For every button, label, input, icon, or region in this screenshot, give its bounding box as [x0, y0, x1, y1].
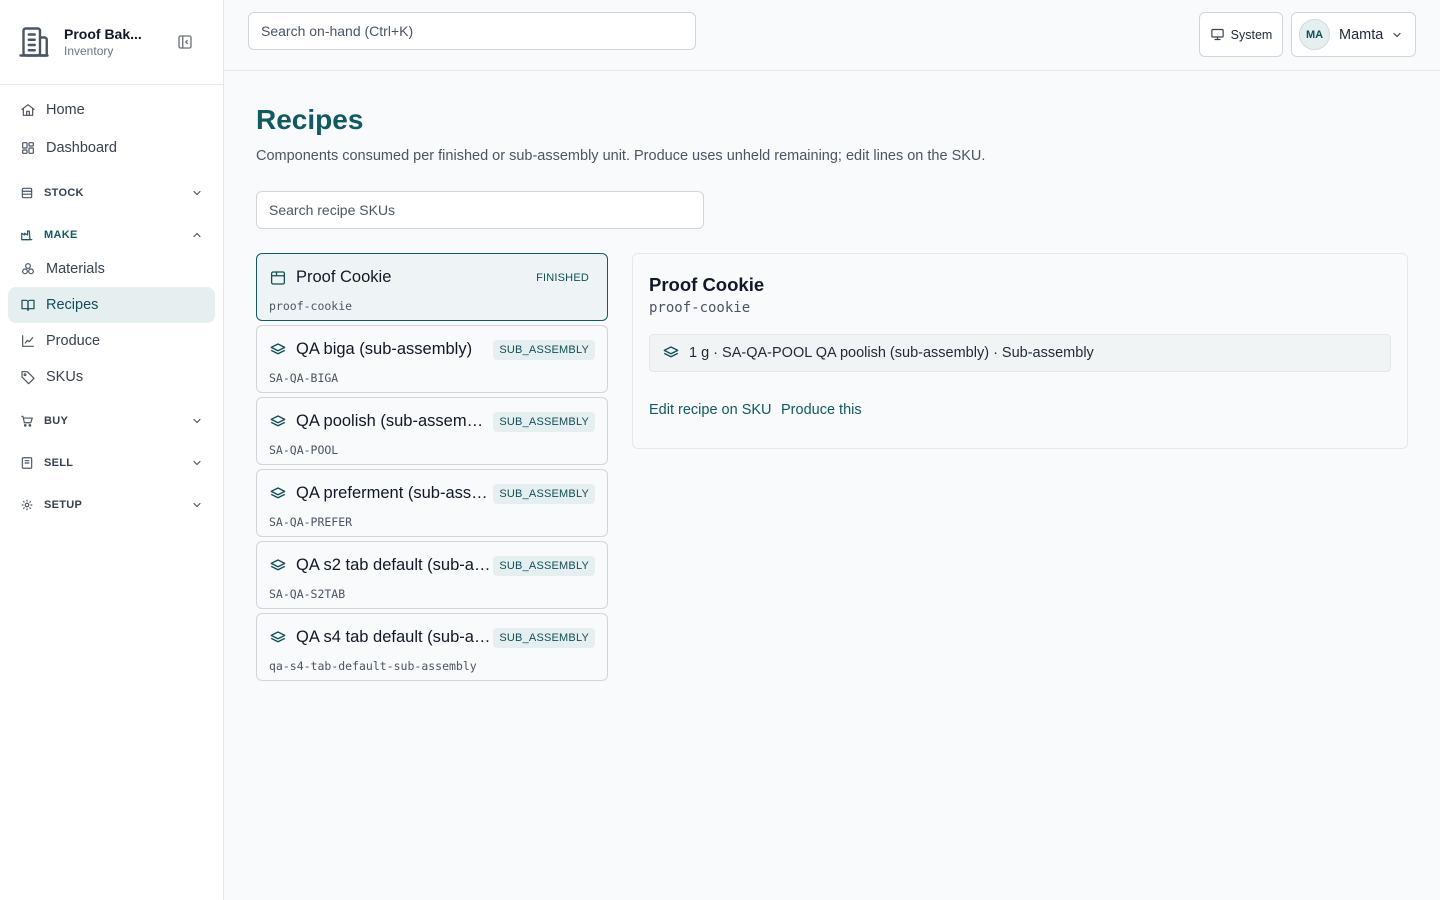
section-label: STOCK: [44, 187, 84, 199]
sidebar-item-produce[interactable]: Produce: [8, 323, 215, 359]
recipe-search-input[interactable]: Search recipe SKUs: [256, 191, 704, 229]
chevron-down-icon: [193, 502, 201, 508]
recipe-code: SA-QA-S2TAB: [269, 587, 346, 601]
sidebar-item-materials[interactable]: Materials: [8, 251, 215, 287]
section-label: MAKE: [44, 229, 78, 241]
recipe-card[interactable]: QA preferment (sub-assembly) SA-QA-PREFE…: [256, 469, 608, 537]
chevron-down-icon: [193, 190, 201, 196]
sidebar-section-make[interactable]: MAKE: [8, 220, 215, 250]
sidebar-item-label: SKUs: [46, 369, 84, 385]
sidebar-item-label: Recipes: [46, 297, 99, 313]
chevron-down-icon: [193, 418, 201, 424]
recipe-code: qa-s4-tab-default-sub-assembly: [269, 659, 477, 673]
recipe-kind-badge: FINISHED: [536, 272, 589, 284]
recipe-card[interactable]: QA poolish (sub-assembly) SA-QA-POOL SUB…: [256, 397, 608, 465]
recipe-card[interactable]: QA biga (sub-assembly) SA-QA-BIGA SUB_AS…: [256, 325, 608, 393]
tag-icon: [21, 371, 35, 385]
section-label: SETUP: [44, 499, 83, 511]
detail-title: Proof Cookie: [649, 274, 765, 295]
brand: Proof Bak... Inventory: [0, 0, 223, 85]
sidebar-item-skus[interactable]: SKUs: [8, 359, 215, 395]
layers-icon: [270, 631, 286, 643]
avatar: MA: [1299, 19, 1330, 50]
brand-subtitle: Inventory: [64, 44, 114, 58]
page-title: Recipes: [256, 104, 364, 135]
layers-icon: [270, 415, 286, 427]
theme-toggle-button[interactable]: System: [1199, 12, 1283, 57]
section-label: SELL: [44, 457, 74, 469]
sidebar-item-recipes[interactable]: Recipes: [8, 287, 215, 323]
recipe-card[interactable]: QA s2 tab default (sub-assembly) SA-QA-S…: [256, 541, 608, 609]
search-placeholder: Search on-hand (Ctrl+K): [261, 23, 414, 39]
recipe-name: QA s4 tab default (sub-assembly): [296, 628, 492, 646]
receipt-icon: [21, 457, 33, 469]
component-text: 1 g · SA-QA-POOL QA poolish (sub-assembl…: [689, 345, 1094, 361]
recipe-kind-badge: SUB_ASSEMBLY: [493, 628, 595, 648]
layers-icon: [270, 343, 286, 355]
sidebar-section-setup[interactable]: SETUP: [8, 490, 215, 520]
edit-recipe-link[interactable]: Edit recipe on SKU: [649, 402, 772, 418]
recipe-kind-badge: SUB_ASSEMBLY: [493, 484, 595, 504]
detail-code: proof-cookie: [649, 300, 751, 316]
recipe-name: QA preferment (sub-assembly): [296, 484, 492, 502]
recipe-code: SA-QA-PREFER: [269, 515, 353, 529]
recipe-name: QA biga (sub-assembly): [296, 340, 473, 358]
component-line: 1 g · SA-QA-POOL QA poolish (sub-assembl…: [649, 334, 1391, 372]
layers-icon: [270, 559, 286, 571]
recipe-kind-badge: SUB_ASSEMBLY: [493, 340, 595, 360]
sidebar-collapse-icon[interactable]: [176, 33, 194, 51]
materials-icon: [22, 263, 34, 275]
book-icon: [21, 299, 35, 311]
chevron-down-icon: [1393, 32, 1401, 37]
theme-label: System: [1230, 27, 1273, 42]
recipe-kind-badge: SUB_ASSEMBLY: [493, 412, 595, 432]
cart-icon: [21, 415, 33, 427]
sidebar: Proof Bak... Inventory Home Dashboard ST…: [0, 0, 224, 900]
sidebar-section-sell[interactable]: SELL: [8, 448, 215, 478]
sidebar-item-label: Materials: [46, 261, 105, 277]
dashboard-icon: [22, 142, 34, 154]
recipe-kind-badge: SUB_ASSEMBLY: [493, 556, 595, 576]
chart-icon: [22, 335, 34, 347]
sidebar-item-label: Produce: [46, 333, 101, 349]
page-description: Components consumed per finished or sub-…: [256, 148, 986, 164]
section-label: BUY: [44, 415, 69, 427]
recipe-card[interactable]: QA s4 tab default (sub-assembly) qa-s4-t…: [256, 613, 608, 681]
global-search-input[interactable]: Search on-hand (Ctrl+K): [248, 12, 696, 50]
recipe-name: Proof Cookie: [296, 268, 392, 286]
recipe-name: QA s2 tab default (sub-assembly): [296, 556, 492, 574]
recipe-code: SA-QA-BIGA: [269, 371, 339, 385]
sidebar-item-dashboard[interactable]: Dashboard: [8, 130, 215, 166]
building-icon: [19, 27, 49, 57]
produce-this-link[interactable]: Produce this: [781, 402, 862, 418]
sidebar-item-home[interactable]: Home: [8, 92, 215, 128]
chevron-up-icon: [193, 232, 201, 238]
top-bar: Search on-hand (Ctrl+K) System MA Mamta: [224, 0, 1440, 71]
sidebar-section-stock[interactable]: STOCK: [8, 178, 215, 208]
recipe-code: proof-cookie: [269, 299, 353, 313]
sidebar-item-label: Dashboard: [46, 140, 117, 156]
sidebar-item-label: Home: [46, 102, 85, 118]
recipe-name: QA poolish (sub-assembly): [296, 412, 492, 430]
chevron-down-icon: [193, 460, 201, 466]
search-placeholder: Search recipe SKUs: [269, 202, 396, 218]
sidebar-section-buy[interactable]: BUY: [8, 406, 215, 436]
brand-name: Proof Bak...: [64, 26, 142, 42]
monitor-icon: [1210, 28, 1224, 41]
recipe-detail-panel: Proof Cookie proof-cookie 1 g · SA-QA-PO…: [632, 253, 1408, 449]
package-icon: [270, 271, 286, 285]
factory-icon: [21, 230, 33, 241]
layers-icon: [270, 487, 286, 499]
recipe-card[interactable]: Proof Cookie proof-cookie FINISHED: [256, 253, 608, 321]
database-icon: [21, 187, 33, 199]
gear-icon: [21, 499, 33, 511]
recipe-code: SA-QA-POOL: [269, 443, 339, 457]
home-icon: [21, 104, 35, 116]
user-name: Mamta: [1339, 26, 1384, 43]
user-menu-button[interactable]: MA Mamta: [1291, 12, 1416, 57]
layers-icon: [663, 346, 679, 358]
